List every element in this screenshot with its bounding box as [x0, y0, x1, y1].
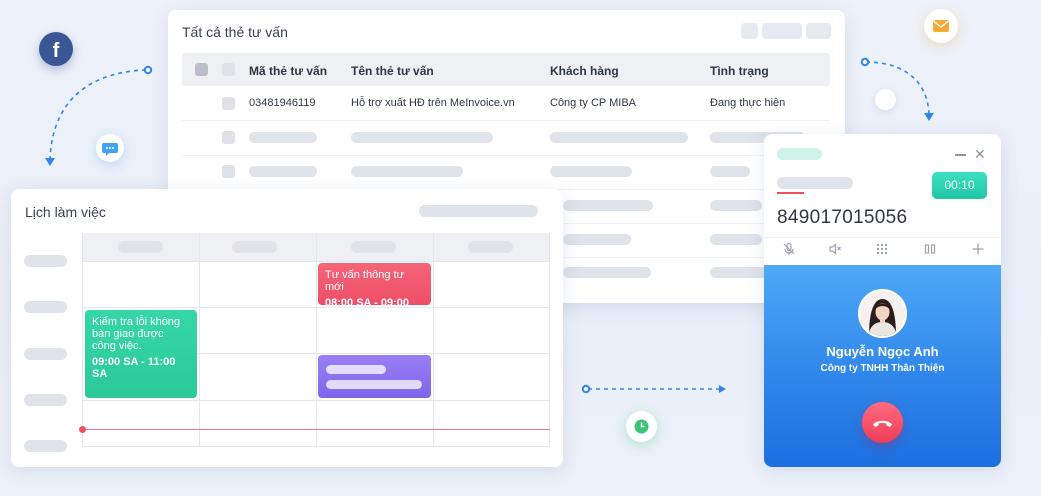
time-label: [24, 440, 67, 452]
time-label: [24, 301, 67, 313]
hangup-button[interactable]: [862, 402, 903, 443]
event-title: Tư vấn thông tư mới: [325, 269, 404, 293]
calendar-event-check-error[interactable]: Kiểm tra lỗi không bàn giao được công vi…: [85, 310, 197, 398]
call-timer: 00:10: [932, 172, 987, 199]
decor-circle: [875, 89, 896, 110]
call-status-badge: [777, 148, 822, 160]
current-time-indicator: [82, 429, 550, 430]
day-label: [468, 241, 513, 253]
add-icon[interactable]: [968, 242, 988, 259]
tickets-table-header: Mã thẻ tư vấn Tên thẻ tư vấn Khách hàng …: [182, 53, 830, 86]
time-label: [24, 394, 67, 406]
ticket-code: 03481946119: [249, 97, 316, 109]
phone-number: 849017015056: [777, 207, 908, 228]
calendar-event-placeholder[interactable]: [318, 355, 431, 398]
speaker-mute-icon[interactable]: [825, 242, 845, 259]
phone-hangup-icon: [873, 420, 892, 427]
ticket-name: Hỗ trợ xuất HĐ trên MeInvoice.vn: [351, 97, 515, 109]
svg-text:f: f: [53, 40, 60, 62]
contact-company: Công ty TNHH Thân Thiện: [820, 363, 945, 374]
column-header-code[interactable]: Mã thẻ tư vấn: [249, 64, 327, 78]
toolbar-button-1[interactable]: [741, 23, 758, 39]
contact-name: Nguyễn Ngọc Anh: [826, 344, 939, 359]
event-title: Kiểm tra lỗi không bàn giao được công vi…: [92, 316, 181, 352]
tickets-title: Tất cả thẻ tư vấn: [182, 24, 288, 40]
current-time-dot: [79, 426, 86, 433]
column-header-name[interactable]: Tên thẻ tư vấn: [351, 64, 434, 78]
event-time: 08:00 SA - 09:00 SA: [325, 297, 409, 321]
contact-avatar: [858, 289, 907, 338]
day-label: [351, 241, 396, 253]
calendar-card: Lịch làm việc Tư vấn thông tư mới 08:00 …: [11, 189, 563, 467]
day-label: [232, 241, 277, 253]
mic-off-icon[interactable]: [779, 242, 799, 259]
toolbar-button-3[interactable]: [806, 23, 831, 39]
pause-icon[interactable]: [920, 242, 940, 259]
mail-icon: [924, 9, 958, 43]
calendar-range-selector[interactable]: [419, 205, 538, 217]
calendar-event-consult[interactable]: Tư vấn thông tư mới 08:00 SA - 09:00 SA: [318, 263, 431, 321]
column-header-status[interactable]: Tình trạng: [710, 64, 769, 78]
row-checkbox[interactable]: [222, 97, 235, 110]
day-label: [118, 241, 163, 253]
minimize-icon[interactable]: [955, 154, 966, 156]
call-toolbar-divider: [764, 237, 1001, 238]
ticket-status: Đang thực hiện: [710, 97, 786, 109]
call-widget: ✕ 00:10 849017015056 Nguyễn Ngọc Anh Côn…: [764, 134, 1001, 467]
ticket-customer: Công ty CP MIBA: [550, 97, 636, 109]
select-all-checkbox[interactable]: [195, 63, 208, 76]
time-label: [24, 348, 67, 360]
caller-label-underline: [777, 192, 804, 194]
event-time: 09:00 SA - 11:00 SA: [92, 356, 176, 380]
keypad-icon[interactable]: [872, 242, 892, 259]
column-header-customer[interactable]: Khách hàng: [550, 64, 619, 78]
toolbar-button-2[interactable]: [762, 23, 802, 39]
header-checkbox[interactable]: [222, 63, 235, 76]
facebook-icon: f: [39, 32, 73, 66]
chat-bubble-icon: [96, 134, 124, 162]
caller-label: [777, 177, 853, 189]
calendar-title: Lịch làm việc: [25, 204, 106, 220]
time-label: [24, 255, 67, 267]
close-icon[interactable]: ✕: [974, 147, 986, 161]
clock-icon: [626, 411, 657, 442]
